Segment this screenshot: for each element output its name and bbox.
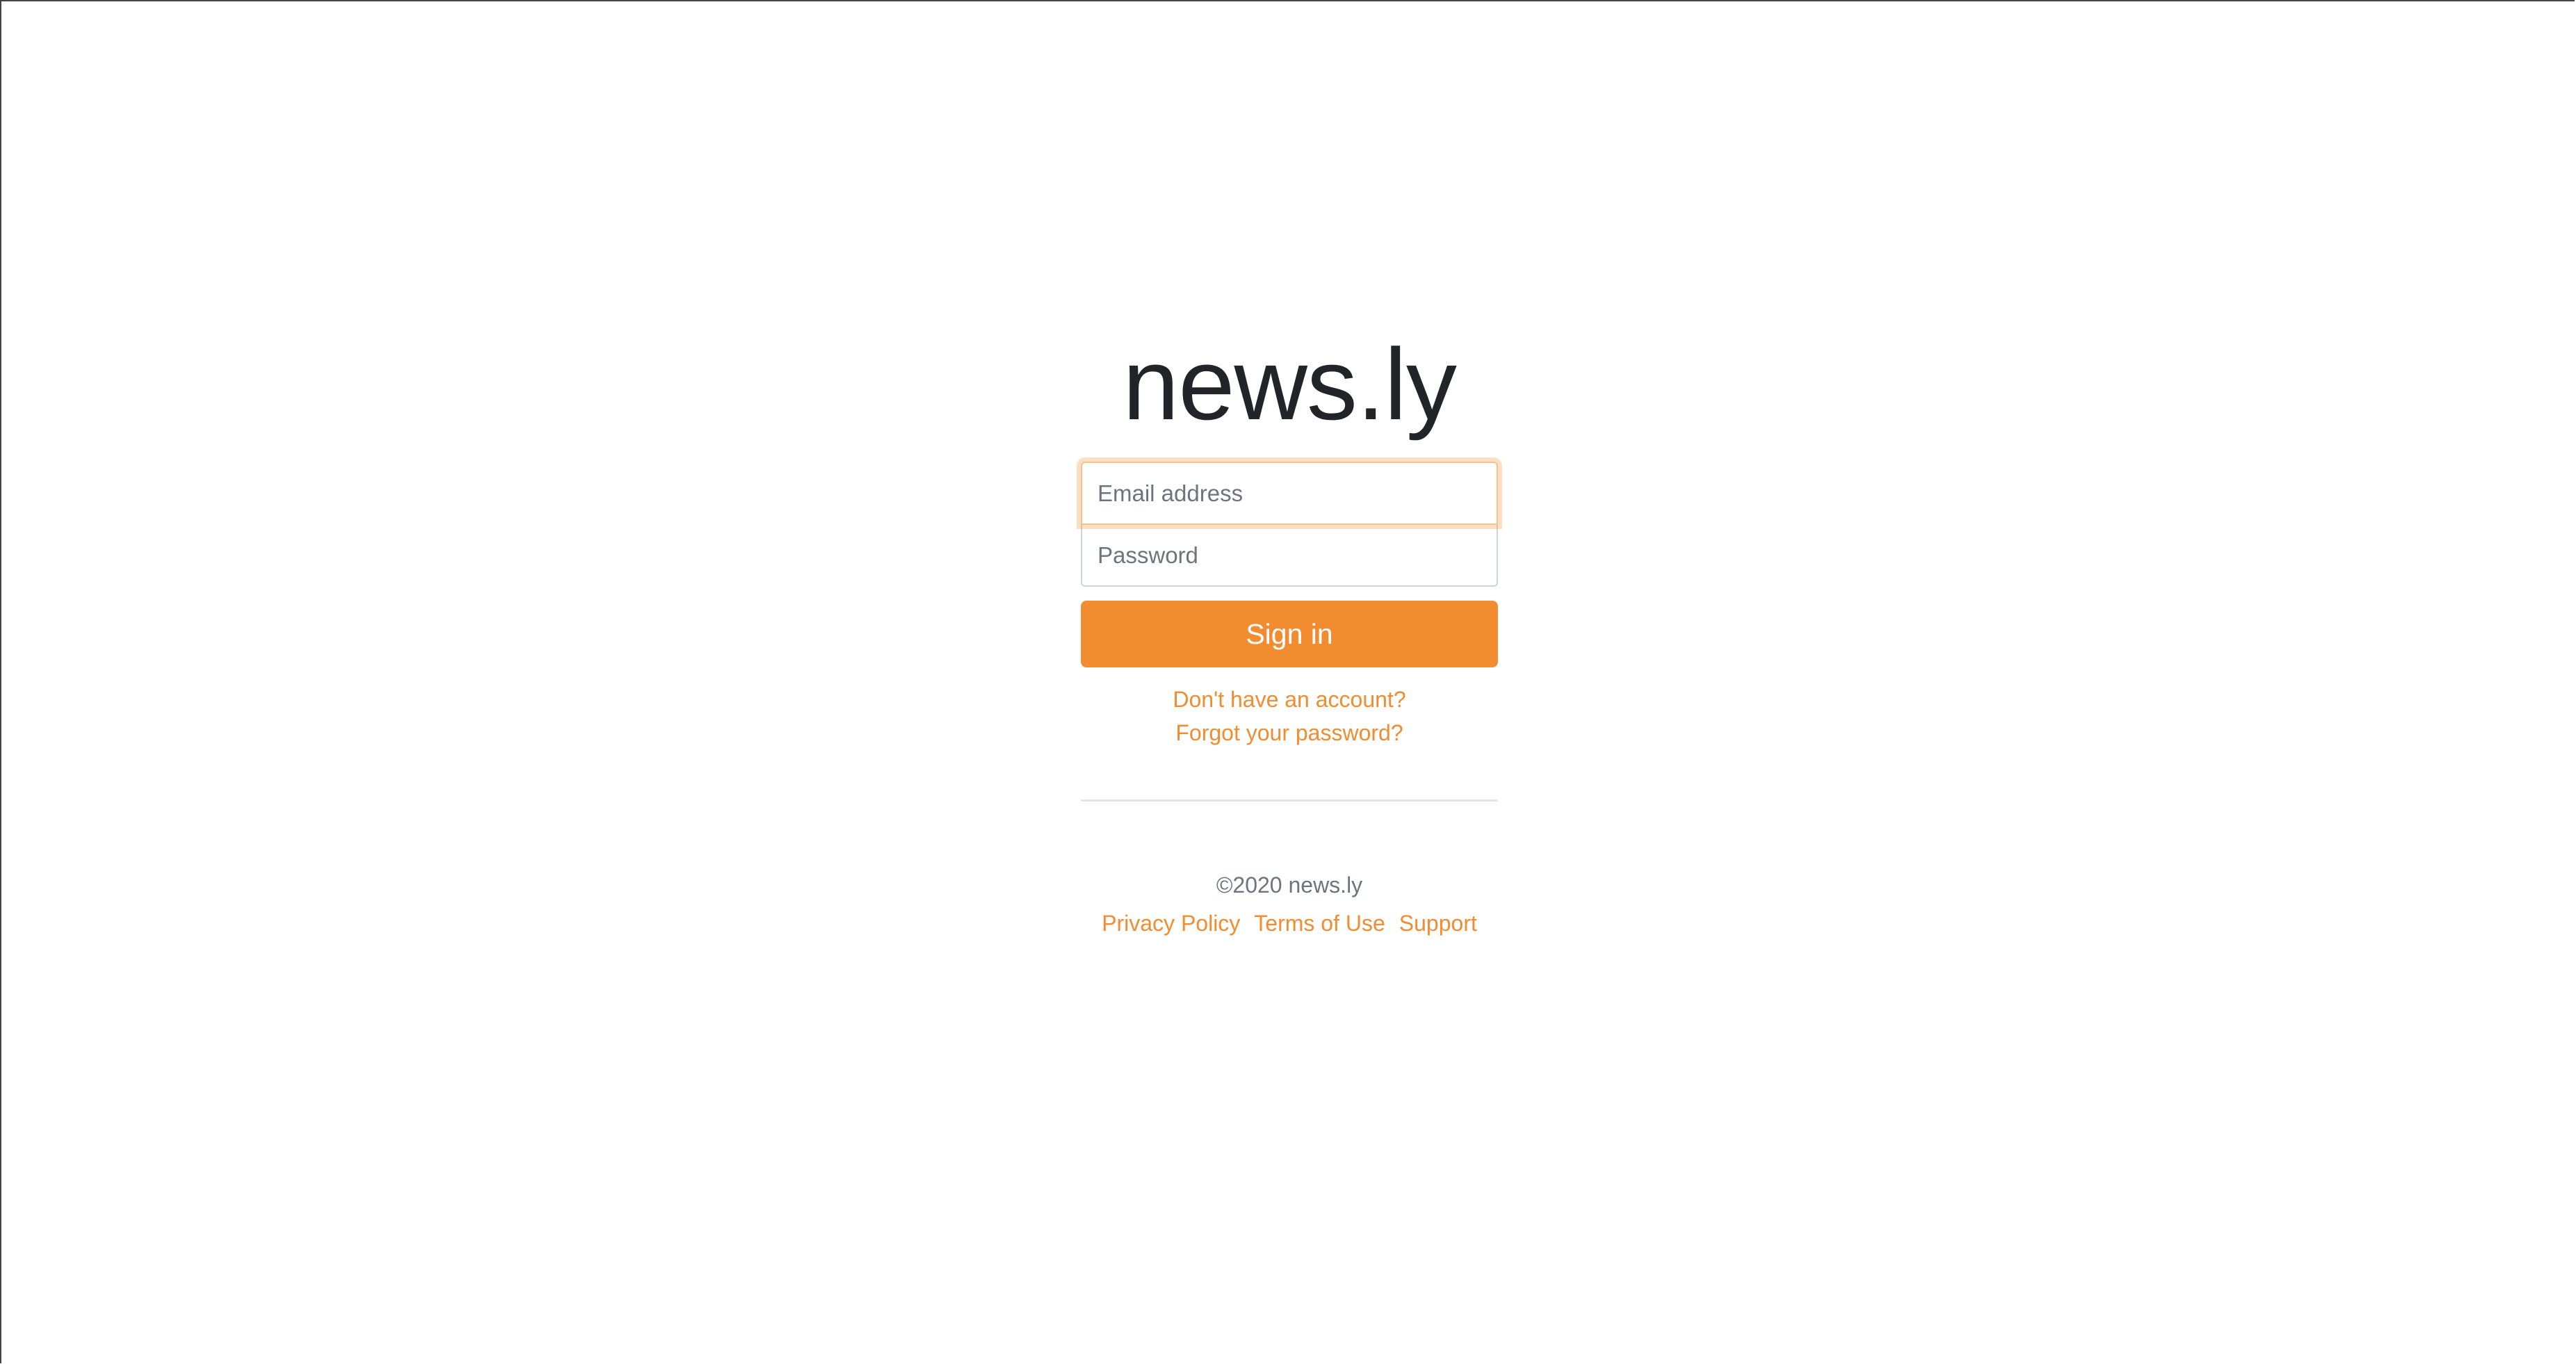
support-link[interactable]: Support <box>1399 911 1477 936</box>
brand-title: news.ly <box>1123 327 1457 441</box>
help-links: Don't have an account? Forgot your passw… <box>1081 683 1498 749</box>
email-field[interactable] <box>1081 462 1498 525</box>
footer: ©2020 news.ly Privacy Policy Terms of Use… <box>1081 871 1498 937</box>
divider <box>1081 799 1498 802</box>
forgot-password-link[interactable]: Forgot your password? <box>1081 716 1498 749</box>
password-field[interactable] <box>1081 523 1498 587</box>
signin-button[interactable]: Sign in <box>1081 601 1498 667</box>
copyright-text: ©2020 news.ly <box>1216 872 1363 898</box>
privacy-policy-link[interactable]: Privacy Policy <box>1102 911 1240 936</box>
signin-form: Sign in <box>1081 462 1498 667</box>
footer-links: Privacy Policy Terms of Use Support <box>1081 909 1498 937</box>
terms-of-use-link[interactable]: Terms of Use <box>1254 911 1385 936</box>
signup-link[interactable]: Don't have an account? <box>1081 683 1498 716</box>
signin-card: news.ly Sign in Don't have an account? F… <box>1081 334 1498 937</box>
